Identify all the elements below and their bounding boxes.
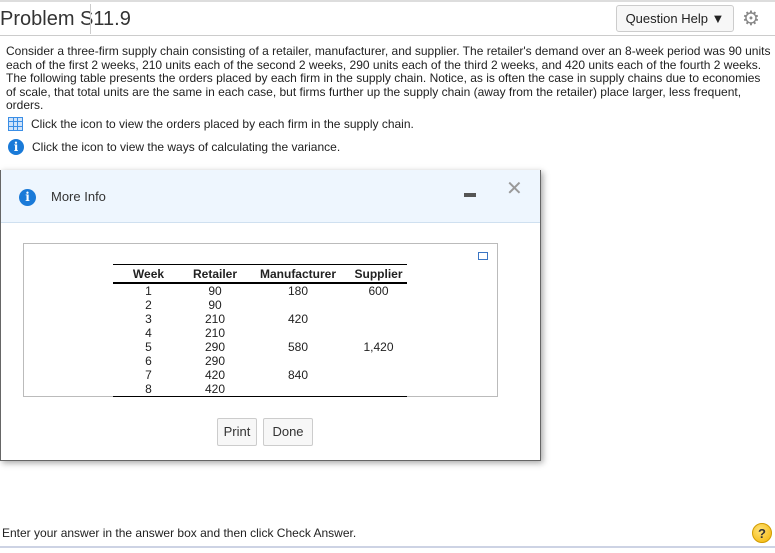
table-row: 5 290 580 1,420 (113, 340, 407, 354)
table-cell: 210 (204, 325, 226, 340)
table-cell (246, 298, 350, 312)
instruction-text: Enter your answer in the answer box and … (2, 526, 357, 540)
info-icon[interactable]: i (8, 139, 24, 155)
table-cell (246, 381, 350, 397)
link-text: Click the icon to view the orders placed… (31, 117, 414, 131)
table-cell: 90 (208, 297, 222, 312)
problem-text: Consider a three-firm supply chain consi… (6, 44, 771, 112)
table-cell: 8 (113, 381, 184, 397)
table-grid-icon[interactable] (8, 117, 23, 131)
table-cell (350, 381, 407, 397)
question-help-button[interactable]: Question Help ▼ (616, 5, 734, 32)
table-cell (350, 354, 407, 368)
more-info-dialog: i More Info ✕ Week Retailer Manufacturer Su… (0, 170, 541, 461)
column-header: Supplier (350, 264, 407, 284)
table-row: 4 210 (113, 326, 407, 340)
table-cell: 4 (145, 325, 152, 340)
info-icon: i (19, 189, 36, 206)
table-cell (350, 298, 407, 312)
table-cell: 420 (184, 381, 246, 397)
close-icon[interactable]: ✕ (506, 179, 523, 199)
table-cell: 180 (287, 283, 309, 298)
table-row: 2 90 (113, 298, 407, 312)
table-row: 3 210 420 (113, 312, 407, 326)
help-icon[interactable]: ? (752, 523, 772, 543)
table-cell (350, 312, 407, 326)
column-header: Manufacturer (246, 264, 350, 284)
top-border (0, 0, 775, 2)
column-header: Retailer (184, 264, 246, 284)
table-cell: 1 (145, 283, 152, 298)
table-cell: 7 (145, 367, 152, 382)
table-cell: 580 (287, 339, 309, 354)
minimize-button[interactable] (464, 193, 476, 197)
table-cell: 290 (204, 353, 226, 368)
table-cell: 1,420 (363, 339, 394, 354)
table-cell: 90 (208, 283, 222, 298)
table-cell: 2 (145, 297, 152, 312)
table-cell: 5 (145, 339, 152, 354)
divider (0, 546, 775, 548)
link-text: Click the icon to view the ways of calcu… (32, 140, 341, 154)
table-row: 6 290 (113, 354, 407, 368)
column-header: Week (113, 264, 184, 284)
table-cell: 6 (145, 353, 152, 368)
table-cell: 420 (287, 311, 309, 326)
table-cell: 290 (204, 339, 226, 354)
dialog-title: More Info (51, 189, 106, 204)
divider (0, 35, 775, 36)
table-cell: 210 (204, 311, 226, 326)
table-cell (246, 326, 350, 340)
table-cell (246, 354, 350, 368)
table-cell: 3 (145, 311, 152, 326)
table-cell (350, 368, 407, 382)
divider (90, 4, 91, 34)
variance-info-link[interactable]: i Click the icon to view the ways of cal… (8, 139, 340, 155)
table-cell: 420 (204, 367, 226, 382)
expand-icon[interactable] (478, 252, 488, 260)
table-row: 7 420 840 (113, 368, 407, 382)
table-cell: 600 (368, 283, 389, 298)
table-row: 1 90 180 600 (113, 283, 407, 298)
table-container: Week Retailer Manufacturer Supplier 1 90 180 6… (23, 243, 498, 397)
table-row: 8 420 (113, 381, 407, 397)
table-cell: 840 (287, 367, 309, 382)
orders-table: Week Retailer Manufacturer Supplier 1 90 180 6… (113, 264, 407, 397)
dialog-header: i More Info ✕ (1, 170, 540, 223)
print-button[interactable]: Print (217, 418, 257, 446)
orders-table-link[interactable]: Click the icon to view the orders placed… (8, 117, 414, 131)
gear-icon[interactable]: ⚙ (742, 6, 760, 31)
page-title: Problem S11.9 (0, 8, 131, 30)
done-button[interactable]: Done (263, 418, 313, 446)
table-cell (350, 326, 407, 340)
